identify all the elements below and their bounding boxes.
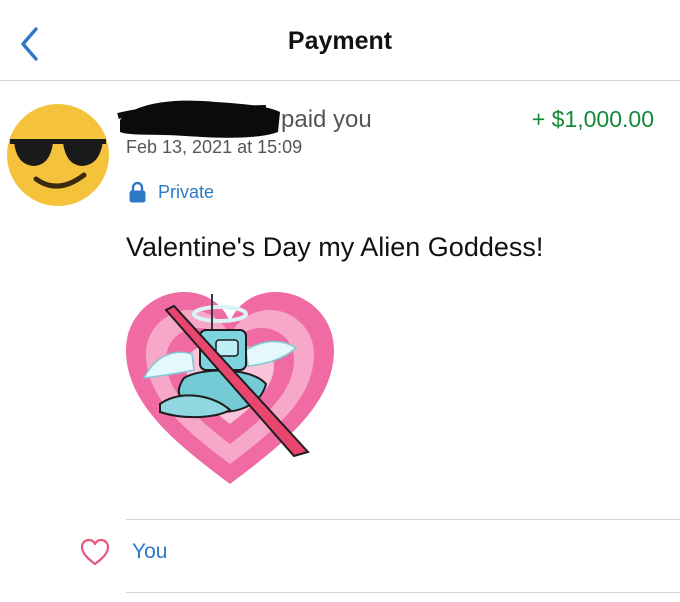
heart-robot-illustration bbox=[126, 292, 334, 484]
avatar[interactable] bbox=[6, 103, 110, 207]
likers-label[interactable]: You bbox=[132, 540, 167, 564]
payment-note: Valentine's Day my Alien Goddess! bbox=[126, 232, 544, 262]
navigation-bar: Payment bbox=[0, 0, 680, 81]
payment-amount: + $1,000.00 bbox=[531, 106, 654, 132]
divider bbox=[126, 592, 680, 593]
sunglasses-emoji-icon bbox=[7, 104, 109, 206]
redaction-scribble bbox=[117, 100, 280, 138]
page-title: Payment bbox=[287, 27, 393, 55]
heart-outline-icon[interactable] bbox=[80, 538, 110, 566]
privacy-label: Private bbox=[158, 181, 215, 202]
lock-icon bbox=[129, 181, 146, 203]
likes-row[interactable]: You bbox=[80, 538, 167, 566]
payment-action-text: paid you bbox=[281, 106, 372, 133]
privacy-setting[interactable]: Private bbox=[128, 180, 214, 204]
payment-timestamp: Feb 13, 2021 at 15:09 bbox=[126, 137, 303, 157]
payer-name[interactable] bbox=[116, 96, 282, 142]
heart-robot-sticker bbox=[120, 286, 340, 490]
divider bbox=[126, 519, 680, 520]
